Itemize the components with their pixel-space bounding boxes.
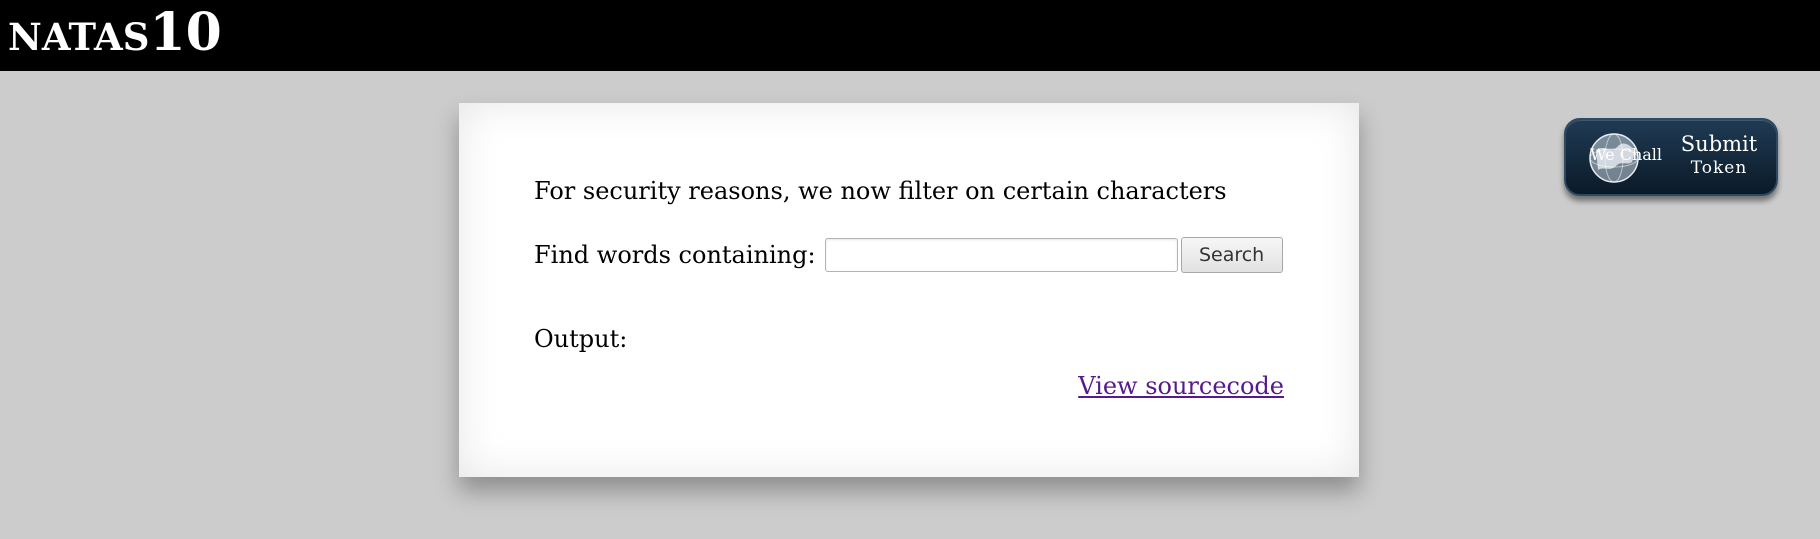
search-form: Find words containing: Search [534, 237, 1283, 273]
token-label: Token [1690, 158, 1748, 178]
content-panel: For security reasons, we now filter on c… [459, 103, 1359, 477]
logo-level: 10 [149, 2, 222, 63]
output-label: Output: [534, 325, 628, 353]
logo-name: NATAS [8, 15, 150, 59]
search-label: Find words containing: [534, 241, 816, 269]
submit-token-button[interactable]: We Chall Submit Token [1564, 118, 1778, 196]
search-button[interactable]: Search [1180, 237, 1283, 273]
search-input[interactable] [824, 238, 1178, 272]
submit-token-label: Submit Token [1669, 133, 1769, 179]
intro-text: For security reasons, we now filter on c… [534, 177, 1227, 205]
wechall-brand: We Chall [1590, 145, 1663, 164]
site-logo: NATAS10 [8, 2, 222, 63]
top-bar: NATAS10 [0, 0, 1820, 71]
view-sourcecode-link[interactable]: View sourcecode [1078, 372, 1284, 400]
submit-label: Submit [1680, 132, 1758, 156]
